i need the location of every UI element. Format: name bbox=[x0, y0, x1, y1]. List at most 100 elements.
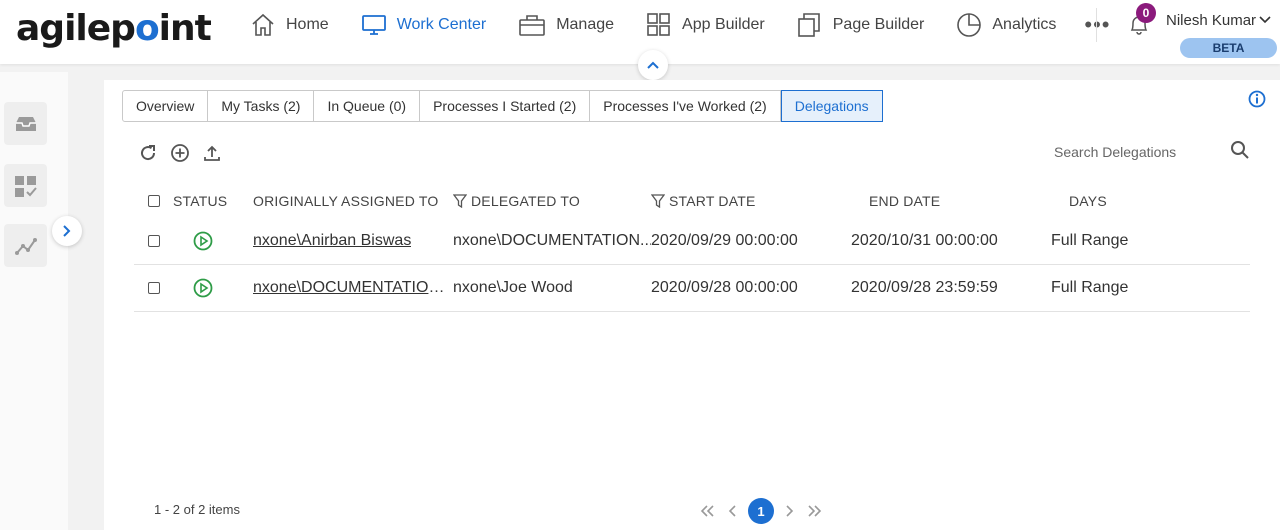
filter-originally-assigned-button[interactable] bbox=[453, 194, 471, 208]
tab-in-queue[interactable]: In Queue (0) bbox=[314, 90, 421, 122]
nav-home-label: Home bbox=[286, 16, 329, 33]
tab-processes-started[interactable]: Processes I Started (2) bbox=[420, 90, 591, 122]
export-button[interactable] bbox=[202, 142, 234, 164]
nav-page-builder[interactable]: Page Builder bbox=[787, 0, 935, 50]
tab-processes-worked[interactable]: Processes I've Worked (2) bbox=[590, 90, 781, 122]
nav-work-center[interactable]: Work Center bbox=[351, 0, 497, 50]
pie-chart-icon bbox=[957, 13, 982, 37]
info-icon[interactable] bbox=[1248, 90, 1266, 108]
pages-icon bbox=[797, 13, 820, 37]
last-page-button[interactable] bbox=[802, 498, 828, 524]
top-header: agilepoint Home Work Center Manage App B… bbox=[0, 0, 1280, 64]
expand-rail-button[interactable] bbox=[52, 216, 82, 246]
delegated-to-cell: nxone\DOCUMENTATION... bbox=[453, 232, 651, 249]
table-row[interactable]: nxone\DOCUMENTATION... nxone\Joe Wood 20… bbox=[134, 265, 1250, 312]
header-divider bbox=[1096, 8, 1097, 42]
collapse-header-button[interactable] bbox=[638, 50, 668, 80]
next-page-button[interactable] bbox=[776, 498, 802, 524]
search-delegations-input[interactable] bbox=[1054, 140, 1224, 164]
prev-page-button[interactable] bbox=[720, 498, 746, 524]
refresh-button[interactable] bbox=[138, 142, 170, 164]
filter-delegated-to-button[interactable] bbox=[651, 194, 669, 208]
play-circle-icon bbox=[193, 278, 213, 298]
filter-icon bbox=[651, 194, 665, 208]
table-row[interactable]: nxone\Anirban Biswas nxone\DOCUMENTATION… bbox=[134, 218, 1250, 265]
add-circle-icon bbox=[171, 144, 189, 162]
nav-analytics[interactable]: Analytics bbox=[946, 0, 1066, 50]
end-date-cell: 2020/09/28 23:59:59 bbox=[851, 279, 998, 296]
nav-work-center-label: Work Center bbox=[396, 16, 487, 33]
work-center-panel: Overview My Tasks (2) In Queue (0) Proce… bbox=[104, 80, 1280, 530]
originally-assigned-link[interactable]: nxone\Anirban Biswas bbox=[253, 232, 411, 250]
refresh-icon bbox=[141, 145, 156, 161]
row-checkbox[interactable] bbox=[148, 282, 160, 294]
more-menu-icon[interactable]: ••• bbox=[1084, 12, 1110, 38]
nav-app-builder[interactable]: App Builder bbox=[636, 0, 775, 50]
start-date-cell: 2020/09/28 00:00:00 bbox=[651, 279, 798, 296]
rail-inbox-button[interactable] bbox=[4, 102, 47, 145]
page-number-button[interactable]: 1 bbox=[748, 498, 774, 524]
originally-assigned-cell: nxone\DOCUMENTATION... bbox=[253, 279, 453, 297]
delegated-to-cell: nxone\Joe Wood bbox=[453, 279, 573, 296]
select-all-checkbox[interactable] bbox=[148, 195, 160, 207]
end-date-cell: 2020/10/31 00:00:00 bbox=[851, 232, 998, 249]
header-originally-assigned-to[interactable]: ORIGINALLY ASSIGNED TO bbox=[253, 193, 453, 209]
chevron-up-icon bbox=[647, 61, 659, 69]
status-cell bbox=[173, 231, 253, 251]
tab-my-tasks[interactable]: My Tasks (2) bbox=[208, 90, 315, 122]
agilepoint-logo[interactable]: agilepoint bbox=[16, 8, 212, 49]
row-select-cell bbox=[134, 282, 173, 294]
days-cell: Full Range bbox=[1051, 232, 1129, 249]
nav-manage[interactable]: Manage bbox=[508, 0, 624, 50]
user-name: Nilesh Kumar bbox=[1166, 12, 1257, 29]
tab-delegations[interactable]: Delegations bbox=[780, 90, 883, 122]
nav-home[interactable]: Home bbox=[240, 0, 339, 50]
chevron-left-icon bbox=[728, 505, 736, 517]
inbox-icon bbox=[15, 116, 36, 131]
delegations-grid: STATUS ORIGINALLY ASSIGNED TO DELEGATED … bbox=[134, 184, 1250, 312]
filter-icon bbox=[453, 194, 467, 208]
chevron-right-icon bbox=[63, 225, 71, 237]
select-all-cell bbox=[134, 195, 173, 207]
header-end-date[interactable]: END DATE bbox=[869, 193, 1069, 209]
nav-analytics-label: Analytics bbox=[992, 16, 1057, 33]
rail-tasks-button[interactable] bbox=[4, 164, 47, 207]
chevron-right-icon bbox=[786, 505, 794, 517]
nav-manage-label: Manage bbox=[556, 16, 615, 33]
beta-badge: BETA bbox=[1180, 38, 1277, 58]
tab-overview[interactable]: Overview bbox=[122, 90, 209, 122]
pagination: 1 bbox=[694, 498, 828, 524]
play-circle-icon bbox=[193, 231, 213, 251]
nav-app-builder-label: App Builder bbox=[682, 16, 765, 33]
rail-analytics-button[interactable] bbox=[4, 224, 47, 267]
originally-assigned-cell: nxone\Anirban Biswas bbox=[253, 232, 453, 250]
header-status[interactable]: STATUS bbox=[173, 193, 253, 209]
originally-assigned-link[interactable]: nxone\DOCUMENTATION... bbox=[253, 279, 453, 297]
header-delegated-to[interactable]: DELEGATED TO bbox=[471, 193, 651, 209]
header-days[interactable]: DAYS bbox=[1069, 193, 1249, 209]
dashboard-check-icon bbox=[14, 175, 37, 197]
main-nav: Home Work Center Manage App Builder Page… bbox=[240, 0, 1111, 50]
work-center-tabs: Overview My Tasks (2) In Queue (0) Proce… bbox=[122, 90, 883, 122]
grid-icon bbox=[647, 13, 670, 36]
add-delegation-button[interactable] bbox=[170, 142, 202, 164]
grid-toolbar bbox=[138, 142, 234, 164]
status-cell bbox=[173, 278, 253, 298]
double-chevron-right-icon bbox=[808, 505, 822, 517]
header-start-date[interactable]: START DATE bbox=[669, 193, 869, 209]
items-count: 1 - 2 of 2 items bbox=[154, 502, 240, 517]
notification-badge: 0 bbox=[1136, 3, 1156, 23]
briefcase-icon bbox=[519, 15, 546, 36]
row-select-cell bbox=[134, 235, 173, 247]
nav-page-builder-label: Page Builder bbox=[832, 16, 925, 33]
user-menu[interactable]: Nilesh Kumar bbox=[1166, 12, 1272, 29]
first-page-button[interactable] bbox=[694, 498, 720, 524]
search-icon[interactable] bbox=[1230, 140, 1250, 160]
row-checkbox[interactable] bbox=[148, 235, 160, 247]
days-cell: Full Range bbox=[1051, 279, 1129, 296]
left-rail bbox=[0, 72, 68, 530]
trend-line-icon bbox=[14, 237, 37, 255]
upload-icon bbox=[204, 145, 220, 161]
grid-header: STATUS ORIGINALLY ASSIGNED TO DELEGATED … bbox=[134, 184, 1250, 218]
chevron-down-icon bbox=[1259, 16, 1271, 24]
